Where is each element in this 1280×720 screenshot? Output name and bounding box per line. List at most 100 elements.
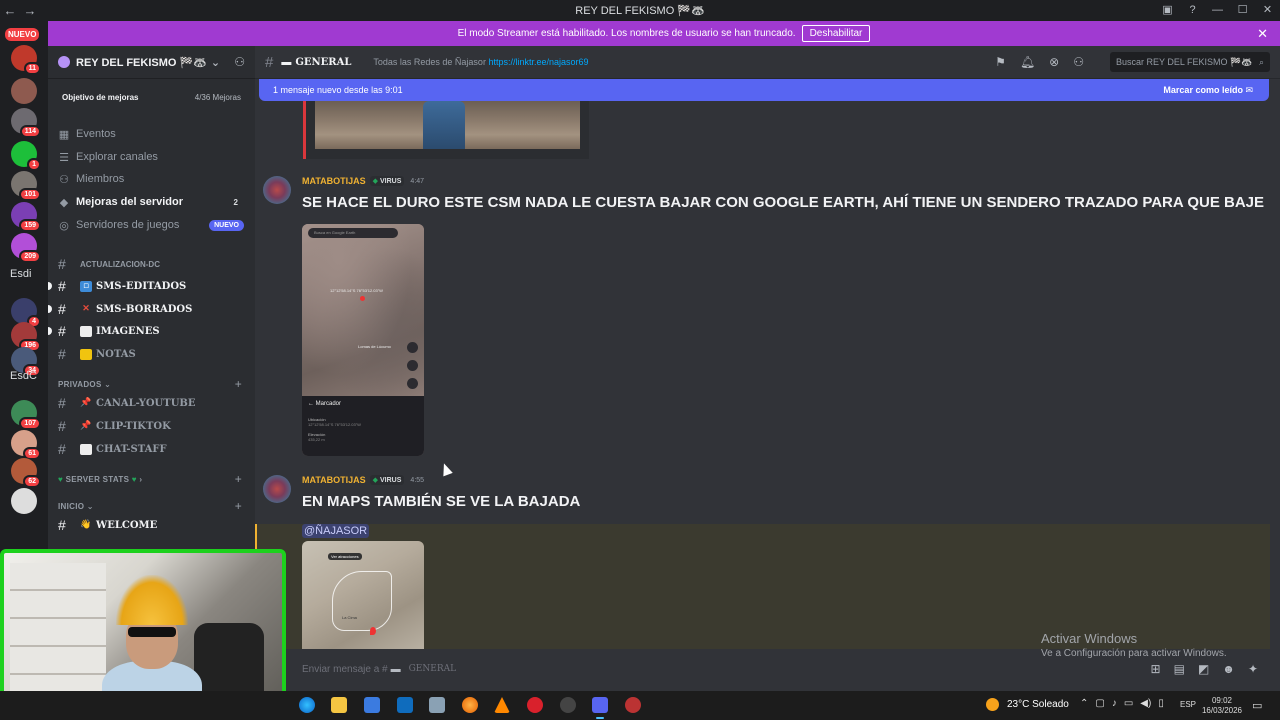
message-author[interactable]: MATABOTIJAS ◆ VIRUS 4:55 [302, 475, 424, 485]
boost-goal[interactable]: Objetivo de mejoras 4/36 Mejoras [56, 85, 247, 109]
server-icon[interactable] [11, 488, 37, 514]
nav-explore-channels[interactable]: ☰ Explorar canales [58, 147, 248, 167]
category-server-stats[interactable]: ♥ SERVER STATS ♥ › + [58, 472, 248, 486]
watermark-title: Activar Windows [1041, 631, 1138, 646]
add-channel-icon[interactable]: + [235, 377, 242, 391]
gift-icon[interactable]: ⊞ [1151, 662, 1161, 676]
nav-events[interactable]: ▦ Eventos [58, 124, 248, 144]
channel-imagenes[interactable]: # IMAGENES [48, 321, 248, 341]
nav-server-boosts[interactable]: ◆ Mejoras del servidor 2 [58, 192, 248, 212]
user-mention[interactable]: @ÑAJASOR [302, 524, 370, 538]
search-icon: ⌕ [1258, 56, 1264, 67]
network-icon[interactable]: ▭ [1124, 698, 1133, 709]
firefox-icon[interactable] [462, 697, 478, 713]
gem-icon: ◆ [372, 477, 379, 484]
channel-notas[interactable]: # NOTAS [58, 344, 248, 364]
mark-as-read-label: Marcar como leído [1163, 84, 1243, 95]
message-composer[interactable]: Enviar mensaje a # ▬ GENERAL ⊞ ▤ ◩ ☻ ✦ [285, 654, 1270, 684]
file-explorer-icon[interactable] [331, 697, 347, 713]
vlc-icon[interactable] [494, 697, 510, 713]
add-member-icon[interactable]: ⚇ [234, 55, 245, 69]
channel-title: GENERAL [295, 56, 352, 68]
server-icon[interactable]: 114 [11, 108, 41, 138]
note-icon [80, 348, 92, 360]
server-icon[interactable]: 209 [11, 233, 41, 263]
channel-clip-tiktok[interactable]: # 📌 CLIP-TIKTOK [58, 416, 248, 436]
server-icon[interactable]: 1 [11, 141, 41, 171]
microphone-icon[interactable]: ♪ [1112, 698, 1117, 709]
server-icon[interactable]: 62 [11, 458, 41, 488]
server-icon[interactable]: 101 [11, 171, 41, 201]
volume-icon[interactable]: ◀) [1140, 698, 1151, 709]
category-privados[interactable]: PRIVADOS ⌄ + [58, 377, 248, 391]
channel-canal-youtube[interactable]: # 📌 CANAL-YOUTUBE [58, 393, 248, 413]
tray-app-icon[interactable]: ▢ [1095, 698, 1104, 709]
google-earth-screenshot[interactable]: Busca en Google Earth 12°12'58.14"S 76°5… [302, 224, 424, 456]
window-titlebar: ← → REY DEL FEKISMO 🏁🦝 ▣ ? — ☐ ✕ [0, 0, 1280, 21]
outlook-icon[interactable] [397, 697, 413, 713]
apps-icon[interactable]: ✦ [1248, 662, 1258, 676]
language-indicator[interactable]: ESP [1180, 700, 1196, 709]
discord-icon[interactable] [592, 697, 608, 719]
server-icon[interactable]: 4 [11, 298, 41, 328]
mark-as-read-button[interactable]: Marcar como leído ✉ [1163, 85, 1253, 96]
avatar[interactable] [263, 475, 291, 503]
pin-icon[interactable]: ⊗ [1049, 55, 1059, 69]
add-channel-icon[interactable]: + [235, 472, 242, 486]
channel-sms-borrados[interactable]: # ✕ SMS-BORRADOS [48, 299, 248, 319]
category-inicio[interactable]: INICIO ⌄ + [58, 499, 248, 513]
nav-members[interactable]: ⚇ Miembros [58, 169, 248, 189]
gif-icon[interactable]: ▤ [1174, 662, 1185, 676]
weather-widget[interactable]: 23°C Soleado [986, 698, 1069, 711]
message-author[interactable]: MATABOTIJAS ◆ VIRUS 4:47 [302, 176, 424, 186]
clock[interactable]: 09:02 16/03/2026 [1200, 696, 1244, 716]
battery-icon[interactable]: ▯ [1158, 698, 1164, 709]
topic-link[interactable]: https://linktr.ee/najasor69 [488, 57, 588, 67]
server-icon[interactable]: 159 [11, 202, 41, 232]
store-icon[interactable] [364, 697, 380, 713]
server-text-label[interactable]: EsdC [10, 370, 37, 382]
server-icon[interactable]: 11 [11, 45, 41, 75]
close-window-button[interactable]: ✕ [1255, 0, 1280, 21]
terrain-image [302, 224, 424, 396]
obs-icon[interactable] [560, 697, 576, 713]
sticker-icon[interactable]: ◩ [1198, 662, 1209, 676]
server-icon[interactable]: 107 [11, 400, 41, 430]
close-icon[interactable]: ✕ [1257, 26, 1268, 42]
inbox-icon[interactable]: ▣ [1155, 0, 1180, 21]
previous-image-attachment[interactable] [303, 101, 589, 159]
threads-icon[interactable]: ⚑ [995, 55, 1006, 69]
app-icon[interactable] [625, 697, 641, 713]
search-input[interactable]: Buscar REY DEL FEKISMO 🏁🦝 ⌕ [1110, 52, 1270, 72]
server-icon[interactable] [11, 78, 37, 104]
help-icon[interactable]: ? [1180, 0, 1205, 21]
channel-welcome[interactable]: # 👋 WELCOME [58, 515, 248, 535]
chevron-up-icon[interactable]: ⌃ [1080, 698, 1088, 709]
clock-date: 16/03/2026 [1201, 706, 1243, 715]
channel-actualizacion[interactable]: # ACTUALIZACION-DC [58, 254, 248, 274]
nav-game-servers[interactable]: ◎ Servidores de juegos NUEVO [58, 215, 248, 235]
edge-icon[interactable] [299, 697, 315, 713]
avatar[interactable] [263, 176, 291, 204]
server-header[interactable]: REY DEL FEKISMO 🏁🦝 ⌄ ⚇ [48, 46, 255, 79]
members-icon[interactable]: ⚇ [1073, 55, 1084, 69]
maximize-button[interactable]: ☐ [1230, 0, 1255, 21]
author-name: MATABOTIJAS [302, 475, 366, 485]
add-channel-icon[interactable]: + [235, 499, 242, 513]
server-icon[interactable]: 196 [11, 322, 41, 352]
channel-chat-staff[interactable]: # CHAT-STAFF [58, 439, 248, 459]
channel-sms-editados[interactable]: # ▫ SMS-EDITADOS [48, 276, 248, 296]
opera-icon[interactable] [527, 697, 543, 713]
app-icon[interactable] [429, 697, 445, 713]
google-maps-screenshot[interactable]: Ver atracciones La Cima [302, 541, 424, 649]
disable-streamer-button[interactable]: Deshabilitar [801, 25, 871, 42]
emoji-icon[interactable]: ☻ [1222, 662, 1235, 676]
server-icon[interactable]: 61 [11, 430, 41, 460]
hash-icon: # [58, 323, 66, 339]
new-messages-bar[interactable]: 1 mensaje nuevo desde las 9:01 Marcar co… [259, 79, 1269, 101]
bell-icon[interactable]: 🔔︎ [1020, 55, 1035, 69]
server-text-label[interactable]: Esdi [10, 268, 31, 280]
marker-title-text: Marcador [315, 401, 342, 407]
notification-icon[interactable]: ▭ [1252, 699, 1262, 712]
minimize-button[interactable]: — [1205, 0, 1230, 21]
